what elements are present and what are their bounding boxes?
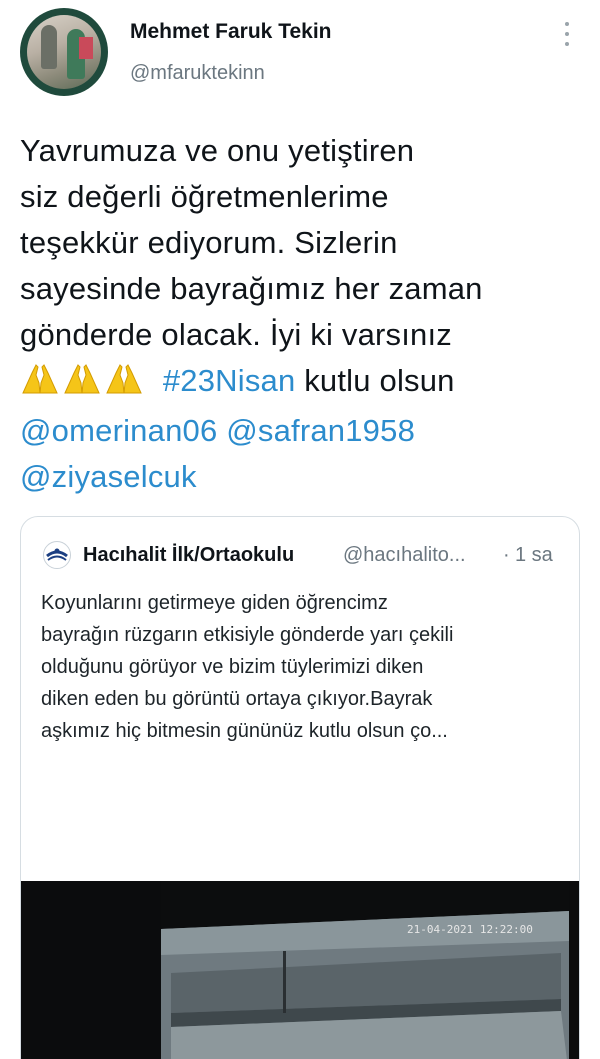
avatar-person-shape bbox=[41, 25, 57, 69]
separator-dot: · bbox=[503, 544, 510, 566]
author-name[interactable]: Mehmet Faruk Tekin bbox=[130, 20, 332, 44]
tweet-line: teşekkür ediyorum. Sizlerin bbox=[20, 225, 398, 260]
tweet-line: Yavrumuza ve onu yetiştiren bbox=[20, 133, 415, 168]
quoted-tweet-card[interactable]: Hacıhalit İlk/Ortaokulu @hacıhalito... ·… bbox=[20, 516, 580, 1059]
mentions-row: @omerinan06 @safran1958 bbox=[20, 408, 590, 454]
school-logo-icon bbox=[45, 543, 69, 567]
quoted-account-avatar[interactable] bbox=[43, 541, 71, 569]
tweet-line: siz değerli öğretmenlerime bbox=[20, 179, 389, 214]
avatar-photo bbox=[27, 15, 101, 89]
quoted-tweet-time: 1 sa bbox=[515, 544, 553, 566]
tweet-line: gönderde olacak. İyi ki varsınız bbox=[20, 317, 452, 352]
more-options-icon[interactable] bbox=[558, 20, 576, 48]
quoted-tweet-video[interactable]: 21-04-2021 12:22:00 bbox=[21, 881, 579, 1059]
quoted-account-handle[interactable]: @hacıhalito... bbox=[343, 544, 466, 567]
hashtag-link[interactable]: #23Nisan bbox=[163, 363, 296, 398]
quoted-tweet-line: Koyunlarını getirmeye giden öğrencimz bbox=[41, 592, 388, 614]
quoted-tweet-text: Koyunlarını getirmeye giden öğrencimz ba… bbox=[41, 587, 571, 747]
quoted-tweet-line: diken eden bu görüntü ortaya çıkıyor.Bay… bbox=[41, 688, 433, 710]
avatar-board-shape bbox=[79, 37, 93, 59]
tweet-text: Yavrumuza ve onu yetiştiren siz değerli … bbox=[20, 128, 590, 500]
pray-emoji-icon bbox=[20, 361, 146, 408]
quoted-account-name[interactable]: Hacıhalit İlk/Ortaokulu bbox=[83, 544, 294, 567]
mention-link[interactable]: @safran1958 bbox=[226, 413, 415, 448]
author-avatar[interactable] bbox=[20, 8, 108, 96]
tweet-line-hashtag-row: #23Nisan kutlu olsun bbox=[20, 358, 590, 408]
cctv-video-frame bbox=[21, 881, 579, 1059]
quoted-tweet-line: olduğunu görüyor ve bizim tüylerimizi di… bbox=[41, 656, 424, 678]
mentions-row: @ziyaselcuk bbox=[20, 454, 590, 500]
mention-link[interactable]: @ziyaselcuk bbox=[20, 459, 197, 494]
tweet-line: sayesinde bayrağımız her zaman bbox=[20, 271, 483, 306]
hashtag-trailing-text: kutlu olsun bbox=[295, 363, 455, 398]
quoted-tweet-line: bayrağın rüzgarın etkisiyle gönderde yar… bbox=[41, 624, 454, 646]
quoted-tweet-line: aşkımız hiç bitmesin gününüz kutlu olsun… bbox=[41, 720, 448, 742]
pray-hands-icon bbox=[22, 364, 142, 394]
tweet-page: Mehmet Faruk Tekin @mfaruktekinn Yavrumu… bbox=[0, 0, 600, 1059]
author-handle[interactable]: @mfaruktekinn bbox=[130, 62, 265, 85]
video-timestamp-overlay: 21-04-2021 12:22:00 bbox=[407, 923, 533, 936]
mention-link[interactable]: @omerinan06 bbox=[20, 413, 217, 448]
